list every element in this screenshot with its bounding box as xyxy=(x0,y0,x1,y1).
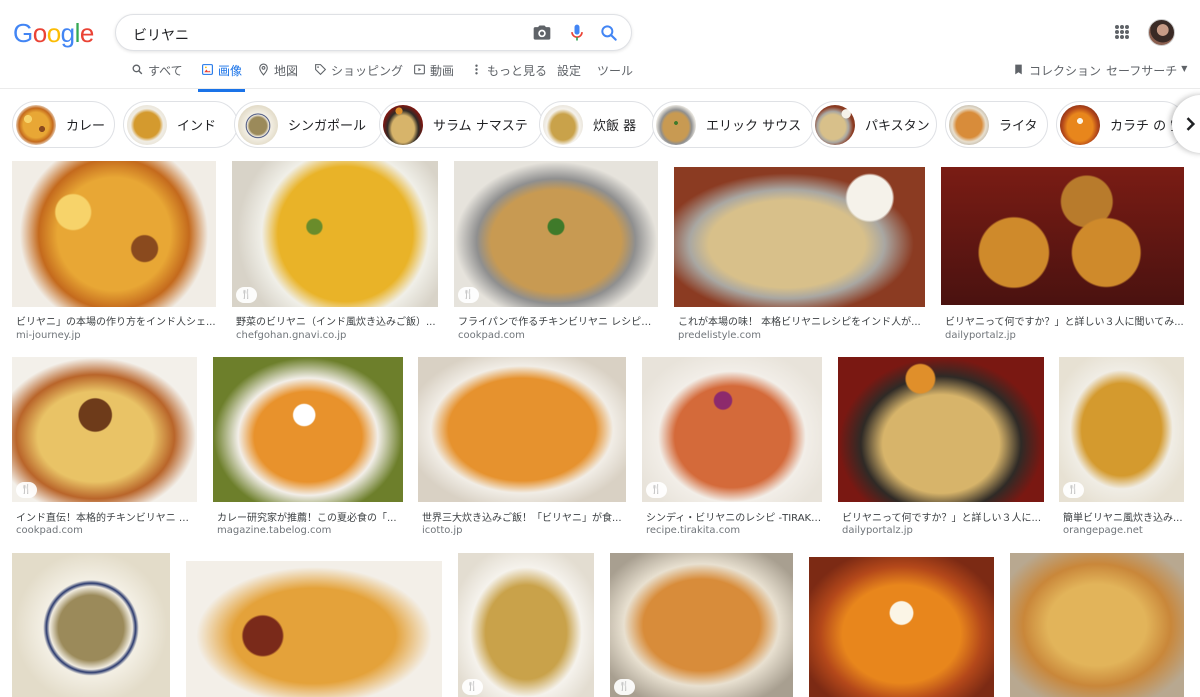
result-image[interactable] xyxy=(12,161,216,307)
result-image[interactable] xyxy=(674,167,925,307)
image-result[interactable]: 🍴 簡単ビリヤニ風炊き込み... orangepage.net xyxy=(1059,357,1184,540)
result-source[interactable]: dailyportalz.jp xyxy=(842,525,913,536)
image-result[interactable]: 🍴 xyxy=(610,553,794,697)
result-source[interactable]: icotto.jp xyxy=(422,525,462,536)
result-title[interactable]: 世界三大炊き込みご飯！「ビリヤニ」が食... xyxy=(422,509,626,524)
image-result[interactable]: ビリヤニって何ですか？」と詳しい３人に聞いてみ... dailyportalz.… xyxy=(941,161,1184,346)
result-image[interactable] xyxy=(809,557,994,697)
result-source[interactable]: predelistyle.com xyxy=(678,330,761,341)
result-image[interactable] xyxy=(186,561,442,697)
result-source[interactable]: chefgohan.gnavi.co.jp xyxy=(236,330,346,341)
result-source[interactable]: recipe.tirakita.com xyxy=(646,525,740,536)
result-title[interactable]: シンディ・ビリヤニのレシピ -TIRAKI... xyxy=(646,509,823,524)
image-result[interactable] xyxy=(12,553,171,697)
fork-knife-icon: 🍴 xyxy=(646,482,667,498)
result-title[interactable]: ビリヤニって何ですか？」と詳しい３人に... xyxy=(842,509,1044,524)
result-image[interactable] xyxy=(12,553,170,697)
image-result[interactable] xyxy=(186,561,443,697)
image-result[interactable]: 世界三大炊き込みご飯！「ビリヤニ」が食... icotto.jp xyxy=(418,357,627,540)
result-title[interactable]: 野菜のビリヤニ（インド風炊き込みご飯）... xyxy=(236,313,438,328)
result-image[interactable] xyxy=(418,357,626,502)
image-results-grid: ビリヤニ」の本場の作り方をインド人シェ... mi-journey.jp 🍴 野… xyxy=(0,0,1200,697)
fork-knife-icon: 🍴 xyxy=(614,679,635,695)
image-result[interactable]: 🍴 xyxy=(458,553,595,697)
result-title[interactable]: ビリヤニって何ですか？」と詳しい３人に聞いてみ... xyxy=(945,313,1185,328)
result-image[interactable] xyxy=(12,357,197,502)
image-result[interactable]: カレー研究家が推薦！この夏必食の「... magazine.tabelog.co… xyxy=(213,357,403,540)
image-result[interactable]: ビリヤニ」の本場の作り方をインド人シェ... mi-journey.jp xyxy=(12,161,217,346)
result-source[interactable]: cookpad.com xyxy=(16,525,83,536)
result-source[interactable]: orangepage.net xyxy=(1063,525,1143,536)
result-image[interactable] xyxy=(610,553,793,697)
result-image[interactable] xyxy=(232,161,438,307)
result-image[interactable] xyxy=(941,167,1184,305)
result-image[interactable] xyxy=(458,553,594,697)
fork-knife-icon: 🍴 xyxy=(16,482,37,498)
result-source[interactable]: cookpad.com xyxy=(458,330,525,341)
fork-knife-icon: 🍴 xyxy=(236,287,257,303)
result-source[interactable]: magazine.tabelog.com xyxy=(217,525,331,536)
result-image[interactable] xyxy=(454,161,658,307)
fork-knife-icon: 🍴 xyxy=(1063,482,1084,498)
result-source[interactable]: mi-journey.jp xyxy=(16,330,81,341)
image-result[interactable]: 🍴 野菜のビリヤニ（インド風炊き込みご飯）... chefgohan.gnavi… xyxy=(232,161,439,346)
image-result[interactable] xyxy=(809,557,995,697)
result-title[interactable]: インド直伝！本格的チキンビリヤニ レ... xyxy=(16,509,198,524)
result-title[interactable]: ビリヤニ」の本場の作り方をインド人シェ... xyxy=(16,313,216,328)
image-result[interactable]: ビリヤニって何ですか？」と詳しい３人に... dailyportalz.jp xyxy=(838,357,1044,540)
result-title[interactable]: カレー研究家が推薦！この夏必食の「... xyxy=(217,509,403,524)
result-title[interactable]: これが本場の味！ 本格ビリヤニレシピをインド人が... xyxy=(678,313,924,328)
image-result[interactable]: 🍴 シンディ・ビリヤニのレシピ -TIRAKI... recipe.tiraki… xyxy=(642,357,823,540)
image-result[interactable]: 🍴 インド直伝！本格的チキンビリヤニ レ... cookpad.com xyxy=(12,357,198,540)
result-image[interactable] xyxy=(838,357,1044,502)
fork-knife-icon: 🍴 xyxy=(462,679,483,695)
fork-knife-icon: 🍴 xyxy=(458,287,479,303)
result-image[interactable] xyxy=(1059,357,1184,502)
result-image[interactable] xyxy=(213,357,403,502)
result-title[interactable]: 簡単ビリヤニ風炊き込み... xyxy=(1063,509,1184,524)
image-result[interactable]: これが本場の味！ 本格ビリヤニレシピをインド人が... predelistyle… xyxy=(674,161,926,346)
image-result[interactable] xyxy=(1010,553,1184,697)
image-result[interactable]: 🍴 フライパンで作るチキンビリヤニ レシピ・... cookpad.com xyxy=(454,161,659,346)
result-image[interactable] xyxy=(642,357,822,502)
result-title[interactable]: フライパンで作るチキンビリヤニ レシピ・... xyxy=(458,313,658,328)
result-source[interactable]: dailyportalz.jp xyxy=(945,330,1016,341)
result-image[interactable] xyxy=(1010,553,1184,697)
